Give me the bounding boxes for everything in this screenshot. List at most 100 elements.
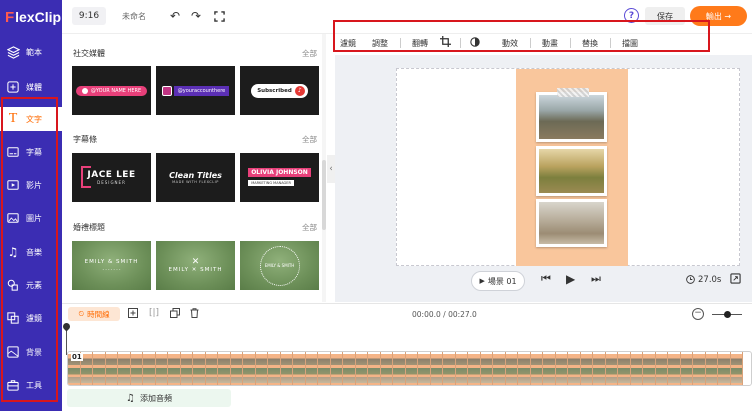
timeline-toggle-button[interactable]: ⏲ 時間線 [68,307,120,321]
trash-icon[interactable] [190,308,199,321]
template-lower-third-3[interactable]: OLIVIA JOHNSON MARKETING MANAGER [240,153,319,202]
music-note-icon: ♫ [126,392,135,404]
template-wedding-3[interactable]: EMILY & SMITH [240,241,319,290]
play-icon[interactable]: ▶ [566,272,575,286]
filmstrip-frame [443,352,456,385]
filmstrip-frame [430,352,443,385]
filmstrip-frame [268,352,281,385]
panel-scrollbar-thumb[interactable] [322,160,326,230]
layers-icon [6,45,20,59]
flexclip-logo[interactable]: FlexClip [5,8,61,26]
add-scene-icon[interactable] [128,308,138,321]
previous-icon[interactable]: ⏮ [541,272,551,286]
nav-item-media[interactable]: 媒體 [0,75,62,99]
toolbar-highlight-box [333,20,710,52]
filmstrip-frame [118,352,131,385]
filmstrip-frame [630,352,643,385]
filmstrip-frame [668,352,681,385]
filmstrip-frame [330,352,343,385]
template-social-3[interactable]: Subscribed ♪ [240,66,319,115]
filmstrip-frame [530,352,543,385]
collapse-panel-icon[interactable]: ‹ [327,155,335,183]
filmstrip-frame [280,352,293,385]
photo-3[interactable] [536,199,607,247]
timeline-header [62,303,752,325]
undo-icon[interactable]: ↶ [168,8,182,24]
filmstrip-frame [730,352,743,385]
template-social-1[interactable]: @YOUR NAME HERE [72,66,151,115]
filmstrip-frame [505,352,518,385]
split-icon[interactable]: [|] [149,308,159,318]
text-template-panel: 社交媒體 全部 @YOUR NAME HERE @youraccounthere… [62,34,326,302]
filmstrip-frame [480,352,493,385]
filmstrip-frame [355,352,368,385]
zoom-out-icon[interactable]: − [692,308,704,320]
filmstrip-frame [518,352,531,385]
filmstrip-frame [618,352,631,385]
photo-1[interactable] [536,92,607,142]
template-wedding-2[interactable]: ✕ EMILY ✕ SMITH [156,241,235,290]
scene-track[interactable] [67,351,752,386]
filmstrip-frame [143,352,156,385]
redo-icon[interactable]: ↷ [189,8,203,24]
section-title-social: 社交媒體 [73,49,105,58]
see-all-social[interactable]: 全部 [302,48,317,59]
filmstrip-frame [230,352,243,385]
filmstrip-frame [580,352,593,385]
bell-icon: ♪ [294,85,305,96]
filmstrip-frame [705,352,718,385]
nav-highlight-box [1,97,58,402]
section-title-wedding: 婚禮標題 [73,223,105,232]
template-lower-third-2[interactable]: Clean Titles MADE WITH FLEXCLIP [156,153,235,202]
filmstrip-frame [593,352,606,385]
template-social-2[interactable]: @youraccounthere [156,66,235,115]
template-lower-third-1[interactable]: JACE LEE DESIGNER [72,153,151,202]
filmstrip-frame [380,352,393,385]
filmstrip-frame [293,352,306,385]
filmstrip-frame [468,352,481,385]
photo-2[interactable] [536,146,607,196]
filmstrip-frame [455,352,468,385]
aspect-ratio-button[interactable]: 9:16 [72,7,106,25]
timeline-icon: ⏲ [78,309,85,318]
filmstrip-frame [493,352,506,385]
section-title-lower-thirds: 字幕條 [73,135,97,144]
filmstrip-frame [368,352,381,385]
nav-item-templates[interactable]: 範本 [0,40,62,64]
fullscreen-preview-icon[interactable] [730,273,741,287]
filmstrip-frame [255,352,268,385]
filmstrip-frame [643,352,656,385]
see-all-lower-thirds[interactable]: 全部 [302,134,317,145]
filmstrip-frame [168,352,181,385]
filmstrip-frame [655,352,668,385]
filmstrip-frame [393,352,406,385]
filmstrip-frame [105,352,118,385]
timeline-ruler[interactable] [62,325,752,350]
filmstrip-frame [418,352,431,385]
fullscreen-icon[interactable] [212,8,226,24]
filmstrip-frame [543,352,556,385]
next-icon[interactable]: ⏭ [591,272,601,286]
filmstrip-frame [218,352,231,385]
duplicate-icon[interactable] [170,308,180,321]
filmstrip-frame [205,352,218,385]
filmstrip-frame [193,352,206,385]
scene-selector-button[interactable]: ▶ 場景 01 [471,271,525,291]
project-name[interactable]: 未命名 [122,11,146,22]
see-all-wedding[interactable]: 全部 [302,222,317,233]
duration-readout: 27.0s [698,275,722,285]
filmstrip-frame [180,352,193,385]
filmstrip-frame [130,352,143,385]
clock-icon [686,275,695,287]
filmstrip-frame [405,352,418,385]
filmstrip-frame [555,352,568,385]
filmstrip-frame [605,352,618,385]
filmstrip-frame [718,352,731,385]
filmstrip-frame [243,352,256,385]
add-audio-button[interactable]: ♫ 添加音頻 [67,389,231,407]
time-readout: 00:00.0 / 00:27.0 [412,310,477,319]
zoom-slider-handle[interactable] [724,311,731,318]
filmstrip-frame [693,352,706,385]
template-wedding-1[interactable]: EMILY & SMITH - - - - - - - [72,241,151,290]
filmstrip-frame [155,352,168,385]
